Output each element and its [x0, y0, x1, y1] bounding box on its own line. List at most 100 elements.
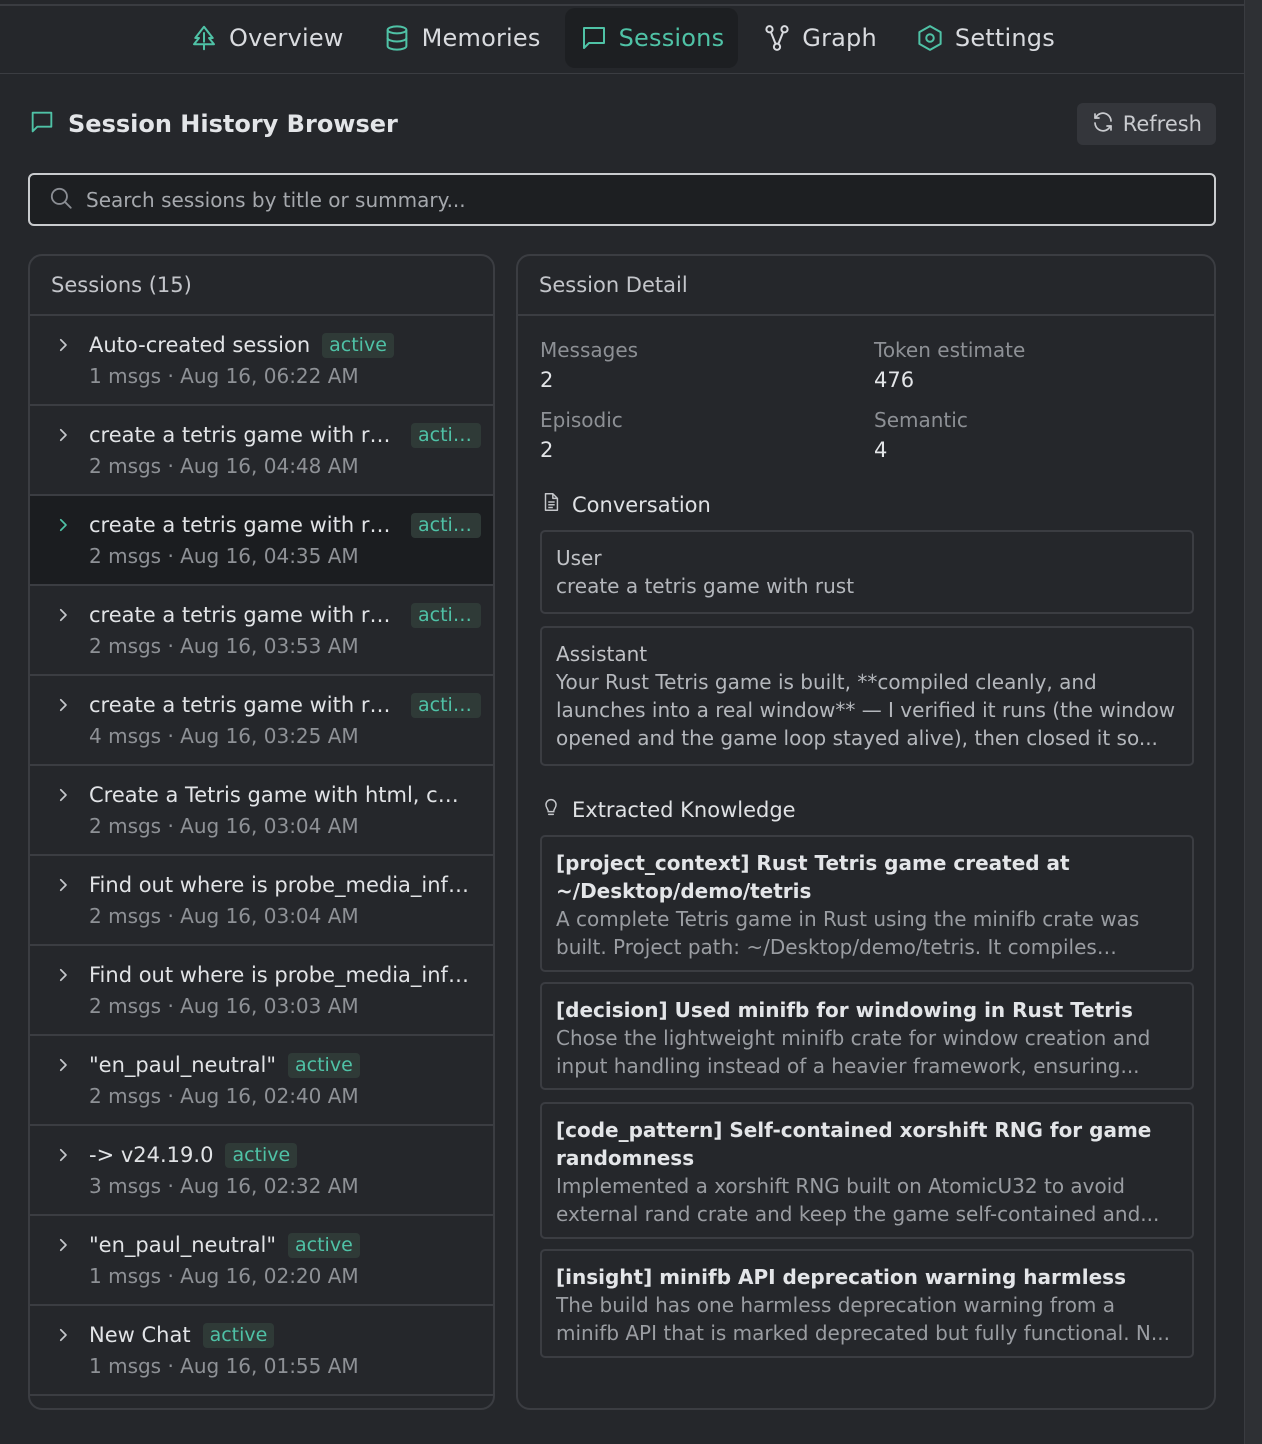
session-meta: 2 msgs · Aug 16, 02:40 AM: [89, 1084, 359, 1108]
lightbulb-icon: [540, 796, 562, 823]
message-text: create a tetris game with rust: [556, 574, 855, 598]
session-meta: 2 msgs · Aug 16, 03:53 AM: [89, 634, 359, 658]
search-icon: [48, 185, 74, 215]
conversation-heading: Conversation: [540, 491, 1214, 518]
session-title: create a tetris game with rust: [89, 423, 399, 447]
status-badge: active: [288, 1052, 360, 1078]
status-badge: active: [411, 692, 481, 718]
chevron-right-icon[interactable]: [54, 1326, 72, 1344]
session-title: Create a Tetris game with html, css and …: [89, 783, 469, 807]
chevron-right-icon[interactable]: [54, 966, 72, 984]
document-icon: [540, 491, 562, 518]
stat-messages: Messages 2: [540, 338, 840, 392]
chevron-right-icon[interactable]: [54, 1146, 72, 1164]
tab-graph[interactable]: Graph: [748, 8, 891, 68]
chat-icon: [28, 108, 56, 140]
knowledge-body: A complete Tetris game in Rust using the…: [556, 907, 1140, 959]
graph-icon: [762, 23, 792, 53]
session-meta: 2 msgs · Aug 16, 03:04 AM: [89, 814, 359, 838]
knowledge-card[interactable]: [insight] minifb API deprecation warning…: [540, 1249, 1194, 1358]
knowledge-card[interactable]: [decision] Used minifb for windowing in …: [540, 982, 1194, 1090]
sessions-heading: Sessions (15): [30, 256, 493, 316]
chevron-right-icon[interactable]: [54, 1236, 72, 1254]
session-item[interactable]: create a tetris game with rust active 2 ms…: [30, 496, 493, 586]
chevron-right-icon[interactable]: [54, 606, 72, 624]
tab-settings[interactable]: Settings: [901, 8, 1069, 68]
session-title: Find out where is probe_media_info defin…: [89, 873, 469, 897]
session-meta: 4 msgs · Aug 16, 03:25 AM: [89, 724, 359, 748]
tab-label: Memories: [421, 24, 541, 52]
session-title: Auto-created session: [89, 333, 311, 357]
window-scrollbar[interactable]: [1244, 0, 1262, 1444]
stat-label: Episodic: [540, 408, 623, 432]
session-item[interactable]: create a tetris game with rust active 2 ms…: [30, 586, 493, 676]
session-item[interactable]: Auto-created session active 1 msgs · Aug 1…: [30, 316, 493, 406]
knowledge-body: Implemented a xorshift RNG built on Atom…: [556, 1174, 1160, 1226]
status-badge: active: [411, 422, 481, 448]
chevron-right-icon[interactable]: [54, 336, 72, 354]
message-role: Assistant: [556, 642, 648, 666]
session-title: create a tetris game with rust: [89, 693, 399, 717]
session-detail-panel: Session Detail Messages 2 Token estimate…: [516, 254, 1216, 1410]
chevron-right-icon[interactable]: [54, 1056, 72, 1074]
session-item[interactable]: create a tetris game with rust active 2 ms…: [30, 406, 493, 496]
stat-value: 476: [874, 368, 915, 392]
stat-semantic: Semantic 4: [874, 408, 1174, 462]
tab-label: Sessions: [618, 24, 725, 52]
top-nav: Overview Memories Sessions Graph Setting…: [0, 8, 1244, 74]
tab-overview[interactable]: Overview: [175, 8, 358, 68]
section-title: Extracted Knowledge: [572, 797, 796, 822]
status-badge: active: [411, 602, 481, 628]
tab-sessions[interactable]: Sessions: [564, 8, 739, 68]
stat-value: 2: [540, 438, 554, 462]
session-item[interactable]: "en_paul_neutral" active 2 msgs · Aug 16, …: [30, 1036, 493, 1126]
search-bar: [28, 173, 1216, 226]
session-item[interactable]: Find out where is probe_media_info defin…: [30, 856, 493, 946]
status-badge: active: [411, 512, 481, 538]
sessions-panel: Sessions (15) Auto-created session active…: [28, 254, 495, 1410]
knowledge-card[interactable]: [project_context] Rust Tetris game creat…: [540, 835, 1194, 972]
session-title: New Chat: [89, 1323, 191, 1347]
database-icon: [382, 23, 412, 53]
tree-icon: [189, 23, 219, 53]
stat-tokens: Token estimate 476: [874, 338, 1174, 392]
session-item[interactable]: Create a Tetris game with html, css and …: [30, 766, 493, 856]
status-badge: active: [225, 1142, 298, 1168]
knowledge-title: [decision] Used minifb for windowing in …: [556, 998, 1133, 1022]
chevron-right-icon[interactable]: [54, 426, 72, 444]
refresh-button[interactable]: Refresh: [1076, 103, 1216, 145]
knowledge-body: The build has one harmless deprecation w…: [556, 1293, 1170, 1345]
tab-label: Graph: [802, 24, 877, 52]
session-title: Find out where is probe_media_info defin…: [89, 963, 469, 987]
knowledge-heading: Extracted Knowledge: [540, 796, 1214, 823]
tab-memories[interactable]: Memories: [368, 8, 555, 68]
status-badge: active: [288, 1232, 360, 1258]
message-card-assistant: Assistant Your Rust Tetris game is built…: [540, 626, 1194, 766]
knowledge-title: [insight] minifb API deprecation warning…: [556, 1265, 1126, 1289]
chevron-right-icon[interactable]: [54, 696, 72, 714]
session-item[interactable]: -> v24.19.0 active 3 msgs · Aug 16, 02:32 …: [30, 1126, 493, 1216]
tab-label: Settings: [954, 24, 1055, 52]
session-item[interactable]: Find out where is probe_media_info defin…: [30, 946, 493, 1036]
session-item[interactable]: "en_paul_neutral" active 1 msgs · Aug 16, …: [30, 1216, 493, 1306]
session-meta: 2 msgs · Aug 16, 04:35 AM: [89, 544, 359, 568]
stat-episodic: Episodic 2: [540, 408, 840, 462]
session-meta: 1 msgs · Aug 16, 01:55 AM: [89, 1354, 359, 1378]
chevron-right-icon[interactable]: [54, 876, 72, 894]
app: Overview Memories Sessions Graph Setting…: [0, 0, 1244, 1444]
status-badge: active: [322, 332, 394, 358]
knowledge-title: [code_pattern] Self-contained xorshift R…: [556, 1118, 1152, 1170]
session-item[interactable]: New Chat active 1 msgs · Aug 16, 01:55 AM: [30, 1306, 493, 1396]
session-item[interactable]: create a tetris game with rust active 4 ms…: [30, 676, 493, 766]
chevron-right-icon[interactable]: [54, 516, 72, 534]
session-meta: 1 msgs · Aug 16, 02:20 AM: [89, 1264, 359, 1288]
search-input[interactable]: [86, 187, 1186, 212]
tab-label: Overview: [229, 24, 344, 52]
message-card-user: User create a tetris game with rust: [540, 530, 1194, 614]
session-title: -> v24.19.0: [89, 1143, 214, 1167]
chevron-right-icon[interactable]: [54, 786, 72, 804]
knowledge-card[interactable]: [code_pattern] Self-contained xorshift R…: [540, 1102, 1194, 1239]
knowledge-title: [project_context] Rust Tetris game creat…: [556, 851, 1070, 903]
message-role: User: [556, 546, 602, 570]
message-text: Your Rust Tetris game is built, **compil…: [556, 670, 1176, 750]
